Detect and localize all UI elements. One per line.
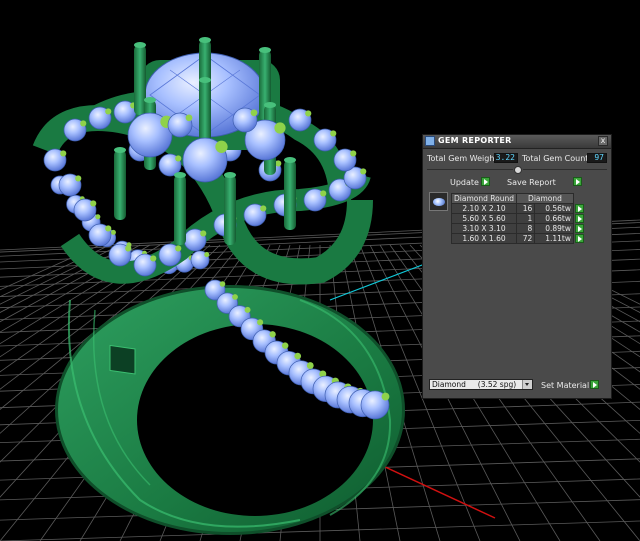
prong-bead (175, 155, 182, 162)
prong-bead (215, 140, 228, 153)
prong-bead (175, 245, 182, 252)
divider (427, 169, 513, 170)
close-button[interactable]: x (598, 136, 608, 146)
prong-tip (224, 172, 236, 178)
prong-bead (75, 175, 82, 182)
prong-tip (144, 97, 156, 103)
divider (523, 169, 607, 170)
prong-bead (105, 108, 112, 115)
gem-size: 1.60 X 1.60 (451, 233, 517, 244)
total-gem-count-value: 97 (587, 153, 607, 163)
set-material-label: Set Material (541, 381, 590, 390)
select-row-button[interactable] (574, 224, 584, 233)
diamond-icon (433, 198, 445, 206)
prong-bead (281, 342, 289, 349)
prong-bead (330, 130, 337, 137)
prong-tip (259, 47, 271, 53)
prong-bead (90, 200, 97, 207)
update-button[interactable] (481, 177, 490, 186)
gem-reporter-panel: GEM REPORTER x Total Gem Weight 3.22 Tot… (422, 134, 612, 399)
update-label: Update (450, 178, 479, 187)
gem-weight: 0.89tw (534, 223, 574, 234)
prong-tip (174, 172, 186, 178)
prong-tip (134, 42, 146, 48)
column-header-gem: Diamond (515, 193, 574, 204)
total-gem-count-label: Total Gem Count (522, 154, 589, 163)
gem-table: Diamond Round Diamond 2.10 X 2.10 16 0.5… (451, 193, 585, 244)
prong-bead (320, 190, 327, 197)
gem-count: 72 (515, 233, 536, 244)
gem-size: 3.10 X 3.10 (451, 223, 517, 234)
gem-reporter-icon (425, 136, 435, 146)
prong-bead (110, 229, 116, 235)
prong-bead (204, 252, 210, 258)
prong-tip (284, 157, 296, 163)
prong (284, 160, 296, 230)
prong-bead (257, 319, 264, 326)
divider-knob[interactable] (514, 166, 522, 174)
prong-bead (219, 281, 226, 287)
select-row-button[interactable] (574, 234, 584, 243)
prong-bead (125, 245, 132, 252)
panel-title: GEM REPORTER (438, 136, 512, 145)
prong-bead (350, 150, 357, 157)
prong-bead (305, 110, 312, 117)
prong-bead (150, 255, 157, 262)
prong-bead (250, 109, 258, 117)
prong-bead (232, 294, 238, 300)
gem-weight: 0.66tw (534, 213, 574, 224)
prong-bead (274, 122, 286, 134)
prong (174, 175, 186, 245)
gem-thumbnail[interactable] (429, 192, 448, 211)
prong-tip (199, 77, 211, 83)
prong (224, 175, 236, 245)
total-gem-weight-label: Total Gem Weight (427, 154, 498, 163)
gem-size: 2.10 X 2.10 (451, 203, 517, 214)
gem-size: 5.60 X 5.60 (451, 213, 517, 224)
prong-bead (105, 225, 112, 232)
gem-count: 16 (515, 203, 536, 214)
prong-tip (114, 147, 126, 153)
table-row: 2.10 X 2.10 16 0.56tw (451, 203, 585, 214)
prong-tip (264, 102, 276, 108)
select-row-button[interactable] (574, 204, 584, 213)
prong (114, 150, 126, 220)
panel-titlebar[interactable]: GEM REPORTER x (423, 135, 611, 149)
prong-bead (200, 230, 207, 237)
total-gem-weight-value: 3.22 (494, 153, 518, 163)
prong-bead (306, 362, 314, 369)
save-report-label: Save Report (507, 178, 556, 187)
prong-bead (269, 331, 276, 338)
gem-weight: 1.11tw (534, 233, 574, 244)
prong-bead (185, 114, 193, 122)
set-material-button[interactable] (590, 380, 599, 389)
table-row: 5.60 X 5.60 1 0.66tw (451, 213, 585, 224)
prong-bead (80, 120, 87, 127)
gem-weight: 0.56tw (534, 203, 574, 214)
chevron-down-icon[interactable] (522, 380, 532, 389)
gem-count: 8 (515, 223, 536, 234)
prong-bead (260, 205, 267, 212)
gem-count: 1 (515, 213, 536, 224)
prong-bead (95, 214, 101, 220)
prong-bead (381, 392, 390, 401)
prong-bead (244, 306, 251, 313)
material-dropdown[interactable]: Diamond (3.52 spg) (429, 379, 533, 390)
table-row: 3.10 X 3.10 8 0.89tw (451, 223, 585, 234)
select-row-button[interactable] (574, 214, 584, 223)
prong-tip (199, 37, 211, 43)
table-row: 1.60 X 1.60 72 1.11tw (451, 233, 585, 244)
column-header-shape: Diamond Round (451, 193, 517, 204)
prong-bead (60, 150, 67, 157)
prong-bead (294, 352, 302, 360)
prong-bead (275, 160, 282, 167)
prong-bead (360, 168, 367, 175)
save-report-button[interactable] (573, 177, 582, 186)
material-value: Diamond (3.52 spg) (432, 380, 517, 389)
